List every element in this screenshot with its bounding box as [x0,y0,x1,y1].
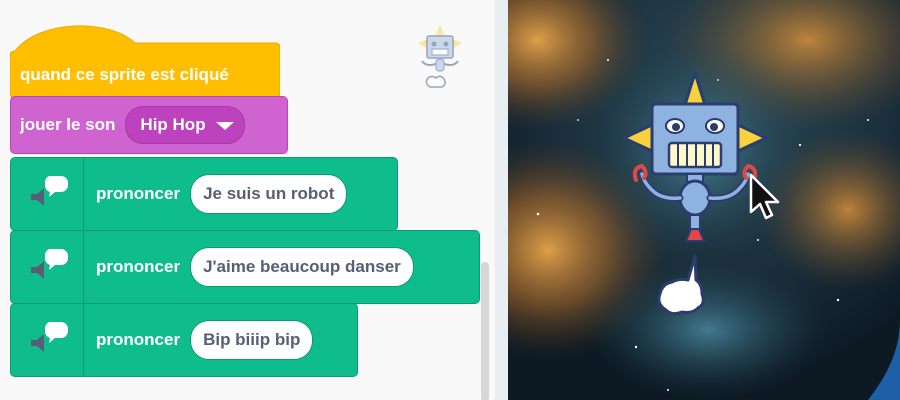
sound-dropdown[interactable]: Hip Hop [125,106,245,144]
mouse-pointer-icon [749,173,780,220]
speech-bubble-icon [44,322,68,343]
say-block[interactable]: prononcer Bip biiip bip [10,303,358,377]
text-to-speech-icon [11,158,84,230]
say-block[interactable]: prononcer J'aime beaucoup danser [10,230,480,304]
dropdown-value: Hip Hop [140,115,206,134]
text-to-speech-icon [11,231,84,303]
speech-bubble-icon [44,249,68,270]
speaker-icon [31,261,44,279]
panel-divider [495,0,508,400]
chevron-down-icon [215,122,234,130]
say-block[interactable]: prononcer Je suis un robot [10,157,398,231]
when-sprite-clicked-block[interactable]: quand ce sprite est cliqué [10,13,280,99]
play-sound-block[interactable]: jouer le son Hip Hop [10,96,288,154]
block-label: prononcer [96,184,181,203]
code-workspace[interactable]: quand ce sprite est cliqué jouer le son … [0,0,495,400]
sprite-thumbnail-icon [418,25,462,88]
say-text-input[interactable]: J'aime beaucoup danser [190,247,414,287]
speaker-icon [31,334,44,352]
block-label: prononcer [96,330,181,349]
say-text-input[interactable]: Bip biiip bip [190,320,314,360]
speech-bubble-icon [44,176,68,197]
speaker-icon [31,188,44,206]
block-label: prononcer [96,257,181,276]
text-to-speech-icon [11,304,84,376]
workspace-scrollbar[interactable] [481,262,489,400]
say-text-input[interactable]: Je suis un robot [190,174,348,214]
stage-canvas[interactable] [508,0,900,400]
block-label: jouer le son [20,115,116,134]
block-label: quand ce sprite est cliqué [20,65,229,84]
